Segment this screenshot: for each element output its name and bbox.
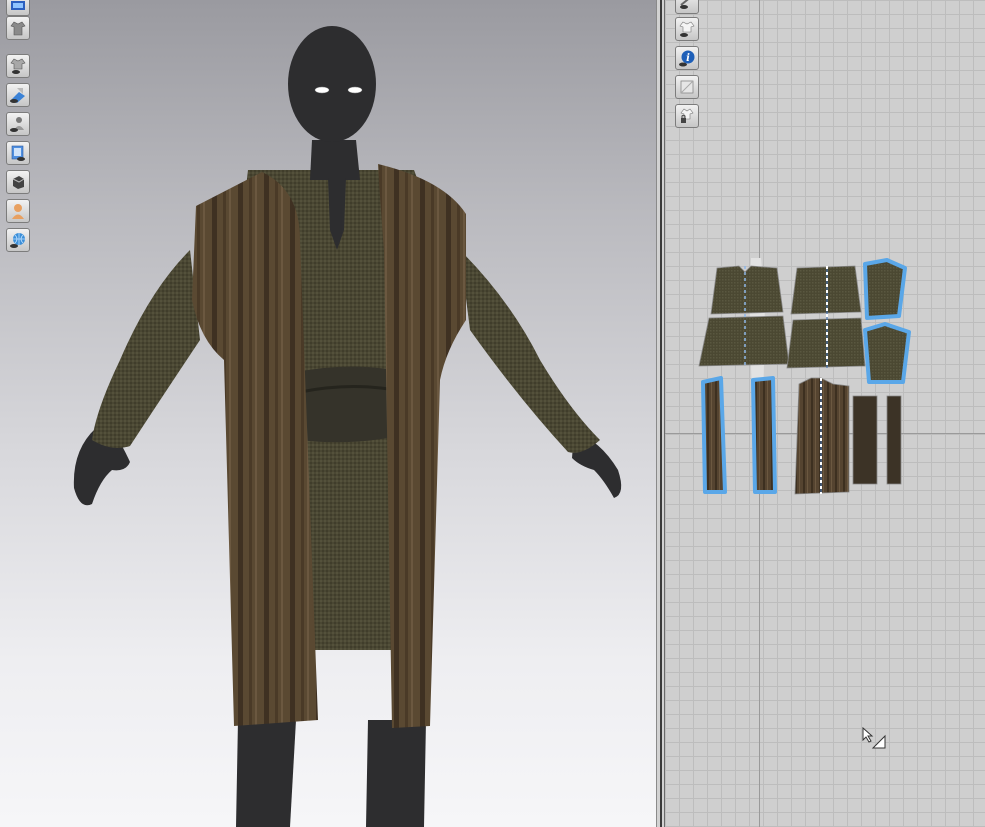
pattern-piece-sleeve-lower	[863, 322, 911, 384]
pattern-piece-strip-a	[852, 395, 878, 485]
pattern-piece-back-lower	[786, 317, 866, 369]
pattern-piece-front-lower	[698, 315, 790, 367]
avatar-garment-render[interactable]	[0, 0, 656, 827]
pattern-piece-strip-b	[886, 395, 902, 485]
pattern-piece-front-upper	[710, 265, 784, 315]
3d-viewport[interactable]	[0, 0, 656, 827]
pattern-piece-vest-left	[701, 376, 727, 494]
pattern-piece-vest-right	[751, 376, 777, 494]
pattern-piece-sleeve-upper	[863, 258, 907, 320]
viewport-splitter[interactable]	[656, 0, 665, 827]
pattern-pieces[interactable]	[665, 0, 985, 827]
resize-cursor-icon	[862, 726, 886, 749]
2d-pattern-window[interactable]: i	[665, 0, 985, 827]
